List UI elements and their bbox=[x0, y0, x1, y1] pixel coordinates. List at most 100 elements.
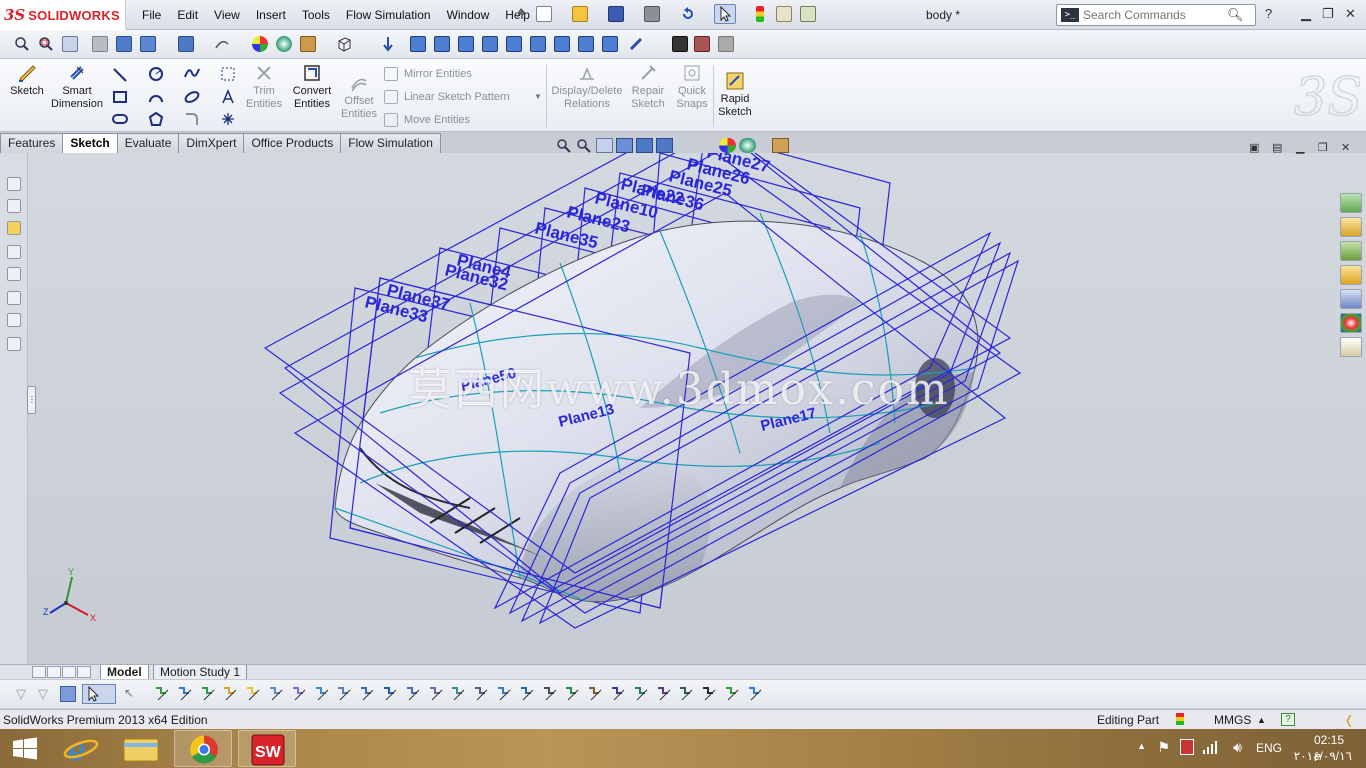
selection-filter-icon[interactable] bbox=[724, 686, 740, 702]
menu-edit[interactable]: Edit bbox=[169, 8, 206, 22]
view-palette-icon[interactable] bbox=[1340, 289, 1362, 309]
graphics-area[interactable]: Plane27 Plane26 Plane25 Plane36 Plane22 … bbox=[0, 153, 1366, 664]
expand-status-icon[interactable]: ❬ bbox=[1344, 713, 1354, 727]
menu-window[interactable]: Window bbox=[439, 8, 498, 22]
minimize-window-icon[interactable]: ▁ bbox=[1301, 6, 1311, 22]
selection-filter-icon[interactable] bbox=[200, 686, 216, 702]
filter-toggle-icon[interactable]: ▽ bbox=[38, 686, 54, 702]
rebuild-traffic-light-icon[interactable] bbox=[756, 6, 764, 22]
selection-filter-icon[interactable] bbox=[473, 686, 489, 702]
select-arrow-icon[interactable] bbox=[714, 4, 736, 24]
ellipse-icon[interactable] bbox=[184, 89, 200, 105]
print-icon[interactable] bbox=[644, 6, 660, 22]
bottom-view-icon[interactable] bbox=[530, 36, 546, 52]
pin-icon[interactable] bbox=[512, 6, 528, 22]
design-library-icon[interactable] bbox=[1340, 241, 1362, 261]
point-icon[interactable] bbox=[220, 111, 236, 127]
trimetric-view-icon[interactable] bbox=[578, 36, 594, 52]
viewport-minimize-icon[interactable]: ▁ bbox=[1296, 141, 1304, 154]
appearance-sphere-icon[interactable] bbox=[719, 138, 736, 153]
normal-to-icon[interactable] bbox=[380, 36, 396, 52]
search-icon[interactable]: 🔍︎ bbox=[1227, 7, 1244, 23]
internet-explorer-button[interactable]: e bbox=[52, 730, 110, 768]
network-signal-icon[interactable] bbox=[1202, 739, 1218, 758]
back-view-icon[interactable] bbox=[434, 36, 450, 52]
realview-icon[interactable] bbox=[276, 36, 292, 52]
scene-icon[interactable] bbox=[739, 138, 756, 153]
selection-filter-icon[interactable] bbox=[359, 686, 375, 702]
previous-view-icon[interactable] bbox=[62, 36, 78, 52]
linear-sketch-pattern-button[interactable]: Linear Sketch Pattern bbox=[384, 90, 510, 104]
options-icon[interactable] bbox=[800, 6, 816, 22]
selection-filter-icon[interactable] bbox=[222, 686, 238, 702]
menu-view[interactable]: View bbox=[206, 8, 248, 22]
volume-icon[interactable]: 🔊︎ bbox=[1233, 739, 1242, 756]
file-properties-icon[interactable] bbox=[776, 6, 792, 22]
feature-manager-icon[interactable] bbox=[7, 177, 21, 191]
search-commands-box[interactable]: >_ 🔍︎ bbox=[1056, 4, 1256, 26]
file-explorer-icon[interactable] bbox=[1340, 265, 1362, 285]
trim-entities-button[interactable]: Trim Entities bbox=[244, 63, 284, 111]
sketch-button[interactable]: Sketch bbox=[8, 63, 46, 98]
zoom-to-fit-icon[interactable] bbox=[14, 36, 30, 52]
rectangle-icon[interactable] bbox=[112, 89, 128, 105]
3d-box-view-icon[interactable] bbox=[336, 36, 352, 52]
display-style-icon[interactable] bbox=[656, 138, 673, 153]
pattern-dropdown-icon[interactable]: ▼ bbox=[534, 92, 542, 101]
selection-filter-icon[interactable] bbox=[542, 686, 558, 702]
zoom-fit-icon[interactable] bbox=[556, 138, 573, 153]
selection-filter-icon[interactable] bbox=[747, 686, 763, 702]
cam-manager-icon[interactable] bbox=[7, 313, 21, 327]
appearances-scenes-icon[interactable] bbox=[1340, 313, 1362, 333]
clock-date[interactable]: ٢٠١٤/٠٩/١٦ bbox=[1294, 749, 1352, 763]
edit-appearance-icon[interactable] bbox=[214, 36, 230, 52]
mirror-entities-button[interactable]: Mirror Entities bbox=[384, 67, 472, 81]
rapid-sketch-button[interactable]: Rapid Sketch bbox=[716, 71, 754, 119]
solidworks-taskbar-button[interactable]: SW bbox=[238, 730, 296, 767]
viewport-close-icon[interactable]: ✕ bbox=[1341, 141, 1350, 154]
property-manager-icon[interactable] bbox=[7, 199, 21, 213]
zoom-area-icon[interactable] bbox=[576, 138, 593, 153]
last-tab-icon[interactable] bbox=[77, 666, 91, 678]
dimxpert-manager-icon[interactable] bbox=[7, 245, 21, 259]
left-view-icon[interactable] bbox=[458, 36, 474, 52]
selection-filter-icon[interactable] bbox=[450, 686, 466, 702]
select-tool-icon[interactable] bbox=[82, 684, 116, 704]
close-window-icon[interactable]: ✕ bbox=[1345, 6, 1356, 22]
home-icon[interactable] bbox=[1340, 217, 1362, 237]
quick-snaps-button[interactable]: Quick Snaps bbox=[674, 63, 710, 111]
stop-record-icon[interactable] bbox=[718, 36, 734, 52]
selection-filter-icon[interactable] bbox=[314, 686, 330, 702]
clear-filters-icon[interactable] bbox=[60, 686, 76, 702]
viewport-tile-icon[interactable]: ▣ bbox=[1249, 141, 1259, 154]
display-manager-icon[interactable] bbox=[7, 267, 21, 281]
fillet-icon[interactable] bbox=[184, 111, 200, 127]
selection-filter-icon[interactable] bbox=[245, 686, 261, 702]
selection-filter-icon[interactable] bbox=[587, 686, 603, 702]
select-other-icon[interactable]: ↖ bbox=[124, 686, 140, 702]
selection-filter-icon[interactable] bbox=[291, 686, 307, 702]
display-delete-relations-button[interactable]: Display/Delete Relations bbox=[550, 63, 624, 111]
tab-features[interactable]: Features bbox=[0, 133, 64, 153]
selection-filter-icon[interactable] bbox=[177, 686, 193, 702]
units-dropdown-icon[interactable]: ▲ bbox=[1257, 715, 1266, 725]
section-view-icon[interactable] bbox=[616, 138, 633, 153]
selection-filter-icon[interactable] bbox=[382, 686, 398, 702]
previous-view-icon[interactable] bbox=[596, 138, 613, 153]
security-icon[interactable] bbox=[1180, 739, 1194, 755]
tab-model[interactable]: Model bbox=[100, 665, 149, 680]
tab-motion-study-1[interactable]: Motion Study 1 bbox=[153, 665, 248, 680]
next-tab-icon[interactable] bbox=[62, 666, 76, 678]
viewport-split-icon[interactable]: ▤ bbox=[1272, 141, 1282, 154]
selection-filter-icon[interactable] bbox=[519, 686, 535, 702]
view-settings-icon[interactable] bbox=[772, 138, 789, 153]
restore-window-icon[interactable]: ❐ bbox=[1322, 6, 1334, 22]
flow-manager-icon[interactable] bbox=[7, 337, 21, 351]
zoom-to-area-icon[interactable] bbox=[38, 36, 54, 52]
selection-filter-icon[interactable] bbox=[678, 686, 694, 702]
record-video-icon[interactable] bbox=[694, 36, 710, 52]
display-style-icon[interactable] bbox=[140, 36, 156, 52]
text-icon[interactable] bbox=[220, 89, 236, 105]
right-view-icon[interactable] bbox=[482, 36, 498, 52]
link-views-icon[interactable] bbox=[628, 36, 644, 52]
